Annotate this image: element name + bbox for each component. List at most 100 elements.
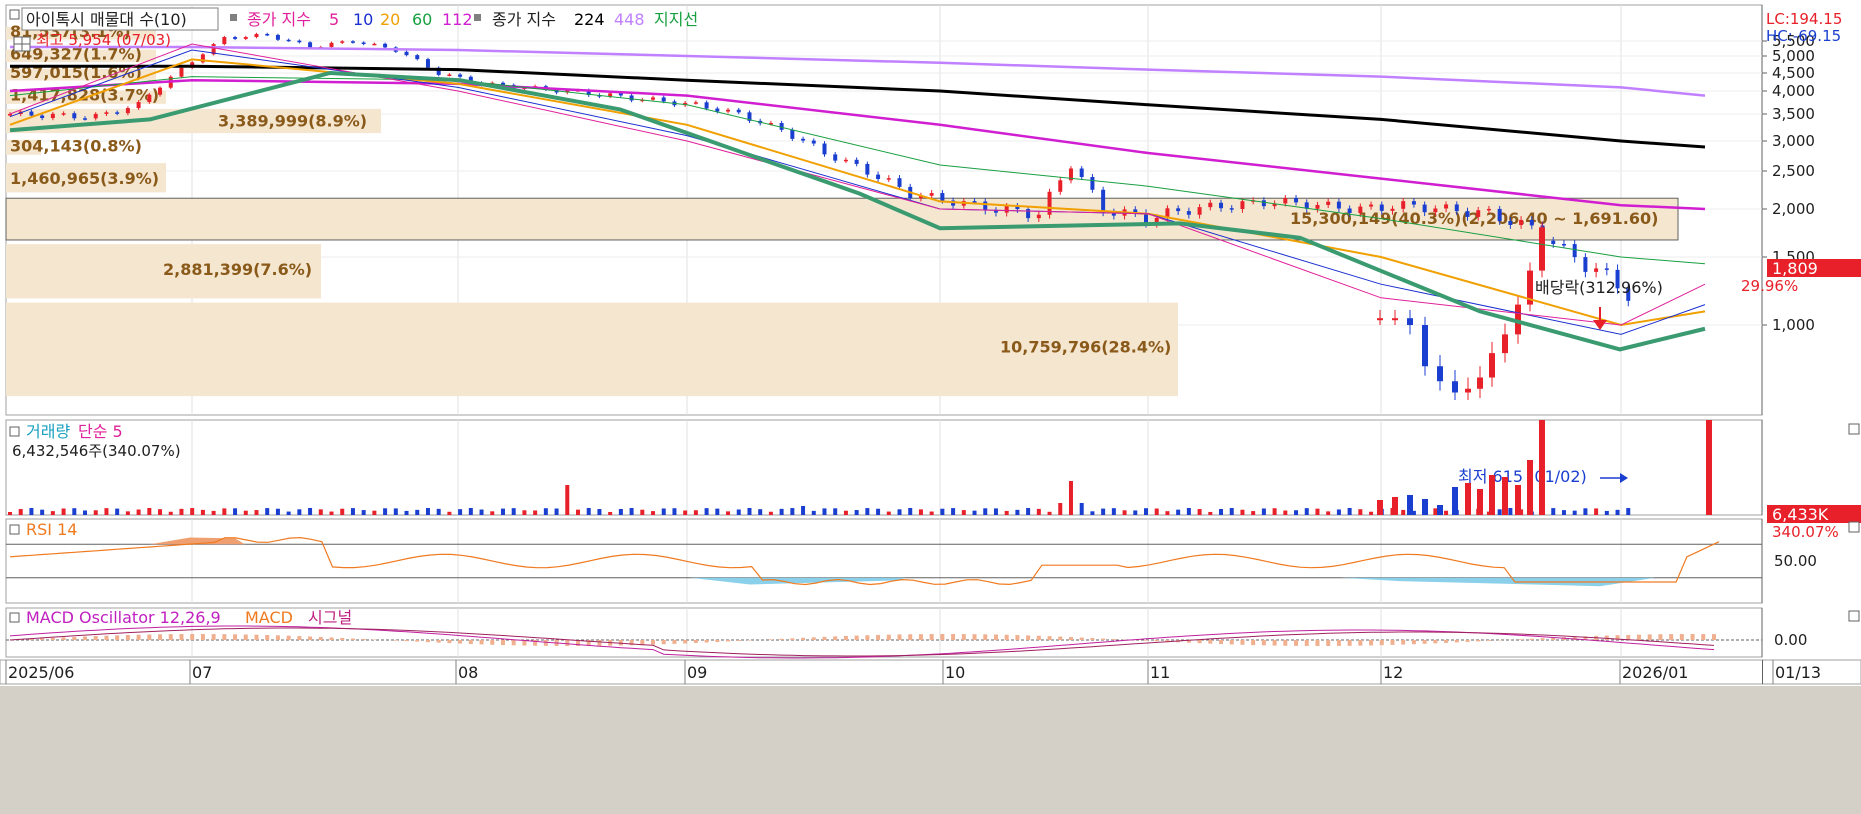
volume-bar xyxy=(1272,508,1277,515)
macd-osc-bar xyxy=(286,635,291,640)
macd-osc-bar xyxy=(190,634,195,640)
volume-tag-change: 340.07% xyxy=(1772,523,1839,541)
candle-body xyxy=(1392,318,1398,321)
volume-bar xyxy=(908,508,913,515)
macd-osc-bar xyxy=(704,640,709,643)
candle-body xyxy=(1377,318,1383,321)
macd-osc-bar xyxy=(768,639,773,640)
volume-legend-checkbox[interactable] xyxy=(9,426,20,437)
candle-body xyxy=(897,178,902,187)
macd-osc-bar xyxy=(929,634,934,640)
volume-bar xyxy=(147,508,152,515)
volume-bar xyxy=(886,511,891,515)
macd-osc-bar xyxy=(993,634,998,640)
price-tick-label: 2,500 xyxy=(1772,162,1815,180)
volume-bar xyxy=(468,508,473,515)
x-axis-divider xyxy=(1762,660,1763,684)
candle-body xyxy=(1186,211,1191,215)
volume-bar xyxy=(876,508,881,515)
volume-bar xyxy=(1047,511,1052,515)
volume-bar xyxy=(1294,510,1299,515)
volume-bar xyxy=(1079,503,1084,515)
volume-bar xyxy=(865,508,870,515)
candle-body xyxy=(693,102,698,104)
candle-body xyxy=(1283,198,1288,204)
candle-body xyxy=(1411,201,1416,205)
volume-bar xyxy=(1437,505,1443,515)
macd-legend-macd: MACD xyxy=(245,608,293,627)
volume-bar xyxy=(940,508,945,515)
candle-body xyxy=(286,39,291,42)
volume-bar xyxy=(961,510,966,515)
candle-body xyxy=(1583,257,1588,272)
candle-body xyxy=(404,51,409,56)
volume-profile-label: 2,881,399(7.6%) xyxy=(163,260,312,279)
rsi-legend-checkbox[interactable] xyxy=(9,524,20,535)
volume-bar xyxy=(1392,497,1398,515)
volume-bar xyxy=(211,510,216,515)
macd-osc-bar xyxy=(1101,638,1106,640)
candle-body xyxy=(940,193,945,201)
macd-osc-bar xyxy=(693,640,698,643)
macd-osc-bar xyxy=(833,636,838,640)
volume-bar xyxy=(1594,508,1599,515)
volume-bar xyxy=(447,511,452,515)
volume-bar xyxy=(1551,508,1556,515)
macd-osc-bar xyxy=(886,634,891,640)
macd-osc-bar xyxy=(854,635,859,640)
volume-bar-last xyxy=(1706,420,1712,515)
volume-bar xyxy=(340,508,345,515)
volume-bar xyxy=(511,508,516,515)
macd-osc-bar xyxy=(1658,634,1663,640)
candle-body xyxy=(1401,201,1406,209)
macd-osc-bar xyxy=(308,636,313,640)
macd-osc-bar xyxy=(1401,640,1406,645)
x-axis-label: 11 xyxy=(1150,663,1170,682)
macd-osc-bar xyxy=(1111,639,1116,640)
candle-body xyxy=(822,143,827,155)
macd-legend-osc: MACD Oscillator 12,26,9 xyxy=(26,608,221,627)
candle-body xyxy=(447,74,452,77)
close-icon[interactable] xyxy=(1848,423,1860,435)
volume-bar xyxy=(1527,460,1533,515)
volume-bar xyxy=(318,509,323,515)
macd-osc-bar xyxy=(597,640,602,646)
volume-bar xyxy=(254,510,259,515)
volume-bar xyxy=(1433,508,1438,515)
legend-ma2-prefix: 종가 지수 xyxy=(492,10,556,29)
macd-osc-bar xyxy=(1026,635,1031,640)
macd-osc-bar xyxy=(1411,640,1416,645)
candle-body xyxy=(329,42,334,47)
volume-bar xyxy=(1219,508,1224,515)
chart-canvas[interactable]: 5,5005,0004,5004,0003,5003,0002,5002,000… xyxy=(0,0,1861,814)
volume-bar xyxy=(1304,508,1309,515)
candle-body xyxy=(1058,180,1063,192)
macd-osc-bar xyxy=(50,637,55,640)
macd-osc-bar xyxy=(715,640,720,643)
candle-body xyxy=(308,42,313,48)
volume-bar xyxy=(1165,511,1170,515)
macd-osc-bar xyxy=(983,634,988,640)
candle-body xyxy=(983,201,988,211)
macd-osc-bar xyxy=(940,634,945,640)
candle-body xyxy=(297,40,302,43)
macd-legend-checkbox[interactable] xyxy=(9,612,20,623)
macd-osc-bar xyxy=(350,638,355,640)
candle-body xyxy=(608,93,613,97)
candle-body xyxy=(854,159,859,164)
volume-bar xyxy=(308,508,313,515)
close-icon[interactable] xyxy=(1848,610,1860,622)
volume-bar xyxy=(1090,511,1095,515)
volume-bar xyxy=(1176,509,1181,515)
macd-osc-bar xyxy=(1519,639,1524,640)
close-icon[interactable] xyxy=(1848,521,1860,533)
macd-osc-bar xyxy=(1015,635,1020,640)
macd-osc-bar xyxy=(361,638,366,640)
legend-checkbox[interactable] xyxy=(9,9,20,20)
candle-body xyxy=(1465,211,1470,217)
candle-body xyxy=(275,34,280,40)
macd-osc-bar xyxy=(297,636,302,640)
candle-body xyxy=(1529,219,1534,226)
volume-bar xyxy=(61,508,66,515)
candle-body xyxy=(1486,208,1491,211)
